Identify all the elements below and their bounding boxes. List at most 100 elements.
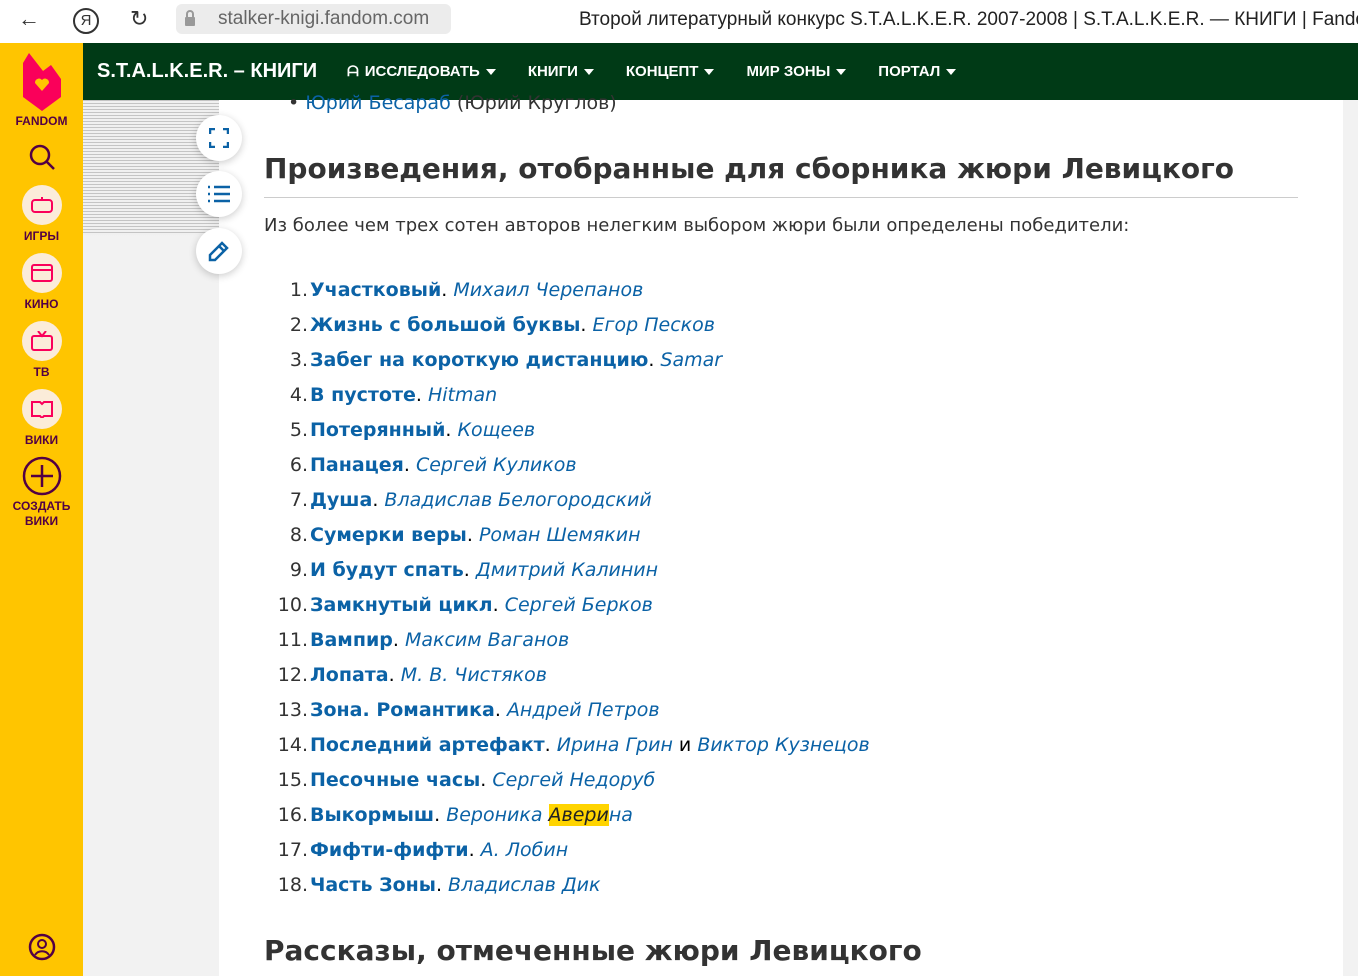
separator: . — [580, 314, 593, 336]
rail-pattern — [83, 100, 219, 235]
item-number: 2. — [289, 314, 308, 336]
separator: . — [392, 629, 405, 651]
right-rail — [1343, 100, 1358, 976]
author-link[interactable]: Сергей Куликов — [416, 454, 577, 489]
work-title-link[interactable]: Зона. Романтика — [310, 699, 495, 734]
work-title-link[interactable]: Лопата — [310, 664, 389, 699]
nav-books[interactable]: КНИГИ — [528, 63, 594, 80]
author-link[interactable]: Ирина Грин — [557, 734, 673, 769]
separator: . — [372, 489, 385, 511]
author-link[interactable]: Владислав Белогородский — [384, 489, 651, 524]
nav-movies[interactable]: КИНО — [0, 253, 83, 311]
address-bar[interactable]: stalker-knigi.fandom.com — [176, 4, 451, 34]
item-number: 3. — [289, 349, 308, 371]
list-item: 3. Забег на короткую дистанцию. Samar — [264, 349, 870, 384]
item-number: 8. — [289, 524, 308, 546]
work-title-link[interactable]: В пустоте — [310, 384, 416, 419]
list-item: 14. Последний артефакт. Ирина Грин и Викт… — [264, 734, 870, 769]
item-number: 5. — [289, 419, 308, 441]
nav-wikis[interactable]: ВИКИ — [0, 389, 83, 447]
book-icon — [21, 389, 62, 429]
fullscreen-button[interactable] — [196, 115, 242, 161]
item-number: 1. — [289, 279, 308, 301]
work-title-link[interactable]: Жизнь с большой буквы — [310, 314, 580, 349]
separator: . — [648, 349, 661, 371]
intro-text: Из более чем трех сотен авторов нелегким… — [264, 215, 1130, 236]
wiki-name[interactable]: S.T.A.L.K.E.R. – КНИГИ — [97, 60, 317, 83]
author-link[interactable]: А. Лобин — [481, 839, 568, 874]
lock-icon — [185, 10, 195, 26]
item-number: 15. — [277, 769, 308, 791]
author-link[interactable]: Владислав Дик — [448, 874, 600, 909]
work-title-link[interactable]: И будут спать — [310, 559, 464, 594]
chevron-down-icon — [485, 68, 496, 75]
search-highlight: Авери — [548, 804, 609, 826]
nav-games[interactable]: ИГРЫ — [0, 185, 83, 243]
list-item: 12. Лопата. М. В. Чистяков — [264, 664, 870, 699]
search-icon[interactable] — [0, 143, 83, 174]
author-link[interactable]: Сергей Недоруб — [492, 769, 655, 804]
user-avatar-icon[interactable] — [0, 933, 83, 964]
nav-zone-world[interactable]: МИР ЗОНЫ — [746, 63, 847, 80]
author-link[interactable]: Виктор Кузнецов — [697, 734, 869, 769]
work-title-link[interactable]: Потерянный — [310, 419, 445, 454]
author-link[interactable]: Дмитрий Калинин — [476, 559, 658, 594]
separator: . — [445, 419, 458, 441]
work-title-link[interactable]: Участковый — [310, 279, 441, 314]
list-item: 8. Сумерки веры. Роман Шемякин — [264, 524, 870, 559]
fandom-logo[interactable]: FANDOM — [0, 53, 83, 128]
clapperboard-icon — [21, 253, 62, 293]
work-title-link[interactable]: Душа — [310, 489, 372, 524]
tv-icon — [21, 321, 62, 361]
author-link[interactable]: Роман Шемякин — [479, 524, 641, 559]
work-title-link[interactable]: Вампир — [310, 629, 393, 664]
create-wiki-button[interactable]: СОЗДАТЬ ВИКИ — [0, 456, 83, 529]
pencil-icon — [208, 241, 229, 262]
work-title-link[interactable]: Последний артефакт — [310, 734, 545, 769]
browser-toolbar: ← Я ↻ stalker-knigi.fandom.com Второй ли… — [0, 0, 1358, 43]
separator: . — [388, 664, 401, 686]
work-title-link[interactable]: Замкнутый цикл — [310, 594, 493, 629]
back-icon[interactable]: ← — [18, 6, 40, 32]
separator: . — [435, 874, 449, 896]
work-title-link[interactable]: Забег на короткую дистанцию — [310, 349, 648, 384]
toc-button[interactable] — [196, 171, 242, 217]
author-link[interactable]: Юрий Бесараб — [305, 92, 451, 114]
plus-circle-icon — [22, 456, 61, 496]
separator: . — [480, 769, 493, 791]
author-link[interactable]: Сергей Берков — [505, 594, 653, 629]
list-item: 1. Участковый. Михаил Черепанов — [264, 279, 870, 314]
reload-icon[interactable]: ↻ — [130, 6, 148, 32]
author-link[interactable]: Вероника Аверина — [446, 804, 633, 839]
expand-icon — [209, 128, 229, 148]
author-link[interactable]: Егор Песков — [593, 314, 715, 349]
work-title-link[interactable]: Выкормыш — [310, 804, 434, 839]
author-link[interactable]: Максим Ваганов — [405, 629, 569, 664]
author-link[interactable]: Hitman — [428, 384, 497, 419]
nav-concept[interactable]: КОНЦЕПТ — [626, 63, 715, 80]
nav-tv[interactable]: ТВ — [0, 321, 83, 379]
list-item: 6. Панацея. Сергей Куликов — [264, 454, 870, 489]
nav-explore[interactable]: ᗩ ИССЛЕДОВАТЬ — [347, 63, 496, 80]
yandex-icon[interactable]: Я — [73, 8, 99, 34]
author-link[interactable]: Андрей Петров — [507, 699, 660, 734]
nav-portal[interactable]: ПОРТАЛ — [878, 63, 957, 80]
work-title-link[interactable]: Панацея — [310, 454, 404, 489]
author-link[interactable]: Кощеев — [458, 419, 536, 454]
list-item: 15. Песочные часы. Сергей Недоруб — [264, 769, 870, 804]
item-number: 7. — [289, 489, 308, 511]
separator: . — [544, 734, 557, 756]
work-title-link[interactable]: Сумерки веры — [310, 524, 467, 559]
author-link[interactable]: Samar — [660, 349, 722, 384]
item-number: 13. — [277, 699, 308, 721]
list-item: 17. Фифти-фифти. А. Лобин — [264, 839, 870, 874]
separator: . — [494, 699, 507, 721]
author-link[interactable]: М. В. Чистяков — [401, 664, 547, 699]
work-title-link[interactable]: Часть Зоны — [310, 874, 436, 909]
work-title-link[interactable]: Песочные часы — [310, 769, 480, 804]
item-number: 18. — [277, 874, 308, 896]
edit-button[interactable] — [196, 228, 242, 274]
author-link[interactable]: Михаил Черепанов — [453, 279, 643, 314]
list-item: 5. Потерянный. Кощеев — [264, 419, 870, 454]
work-title-link[interactable]: Фифти-фифти — [310, 839, 469, 874]
